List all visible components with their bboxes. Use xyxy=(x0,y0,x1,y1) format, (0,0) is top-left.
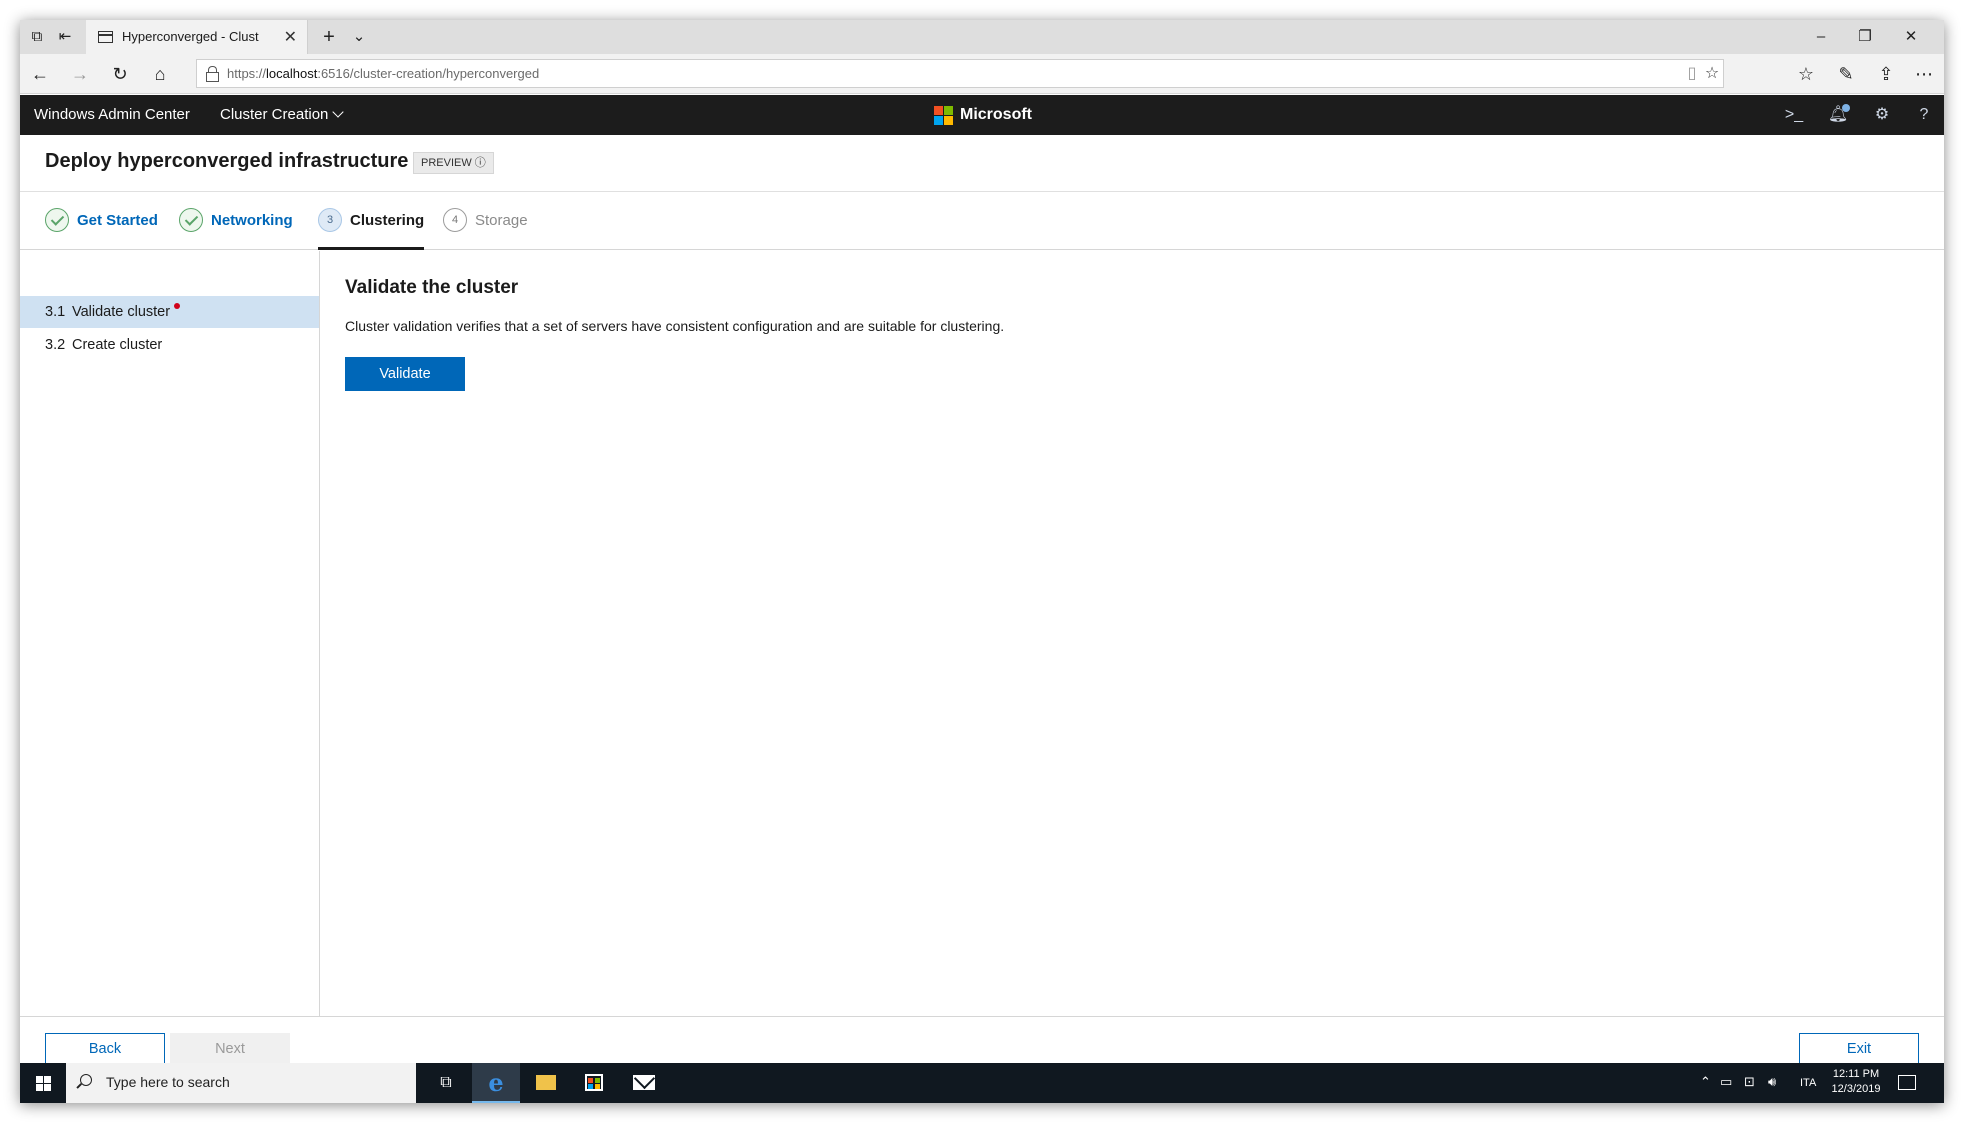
page-icon xyxy=(98,31,113,43)
url-text[interactable]: https://localhost:6516/cluster-creation/… xyxy=(227,66,539,81)
file-explorer-icon[interactable] xyxy=(522,1063,570,1103)
action-center-icon[interactable] xyxy=(1898,1075,1916,1090)
main-content: Validate the cluster Cluster validation … xyxy=(320,251,1944,1016)
search-placeholder: Type here to search xyxy=(106,1074,230,1090)
powershell-icon[interactable]: >_ xyxy=(1782,103,1806,127)
section-title: Validate the cluster xyxy=(345,277,519,298)
tab-title: Hyperconverged - Clust xyxy=(122,29,259,44)
reading-view-icon[interactable]: ▯ xyxy=(1681,63,1703,85)
refresh-icon[interactable]: ↻ xyxy=(108,63,132,85)
page-header: Deploy hyperconverged infrastructure PRE… xyxy=(20,135,1944,192)
windows-logo-icon xyxy=(36,1076,51,1091)
microsoft-wordmark: Microsoft xyxy=(960,106,1032,123)
app-name[interactable]: Windows Admin Center xyxy=(34,106,190,123)
sidebar-item-number: 3.1 xyxy=(45,304,66,320)
required-indicator-icon xyxy=(174,303,181,309)
step-label: Networking xyxy=(211,212,293,229)
sidebar-item-create-cluster[interactable]: 3.2 Create cluster xyxy=(20,329,319,361)
network-icon[interactable]: ⊡ xyxy=(1744,1074,1755,1090)
sidebar-item-label: Create cluster xyxy=(72,337,163,353)
step-number: 3 xyxy=(318,208,342,232)
substep-sidebar: 3.1 Validate cluster 3.2 Create cluster xyxy=(20,251,320,1016)
battery-icon[interactable]: ▭ xyxy=(1720,1074,1732,1090)
restore-icon[interactable]: ❐ xyxy=(1850,26,1880,48)
task-view-icon[interactable]: ⧉ xyxy=(422,1063,470,1103)
help-icon[interactable]: ? xyxy=(1912,103,1936,127)
new-tab-icon[interactable]: + xyxy=(318,26,340,48)
sidebar-item-validate-cluster[interactable]: 3.1 Validate cluster xyxy=(20,296,319,328)
sidebar-item-number: 3.2 xyxy=(45,337,66,353)
store-icon[interactable] xyxy=(570,1063,618,1103)
wizard-steps: Get Started Networking 3 Clustering 4 St… xyxy=(20,192,1944,250)
page-title: Deploy hyperconverged infrastructure xyxy=(45,150,409,172)
edge-icon[interactable]: e xyxy=(472,1063,520,1103)
mail-icon[interactable] xyxy=(620,1063,668,1103)
home-icon[interactable]: ⌂ xyxy=(148,63,172,85)
taskbar-search[interactable]: Type here to search xyxy=(66,1063,416,1103)
app-header: Windows Admin Center Cluster Creation Mi… xyxy=(20,95,1944,135)
back-icon[interactable]: ← xyxy=(28,63,52,85)
clock-time: 12:11 PM xyxy=(1832,1068,1880,1080)
forward-icon[interactable]: → xyxy=(68,63,92,85)
favorite-star-icon[interactable]: ☆ xyxy=(1701,63,1723,85)
preview-badge[interactable]: PREVIEW ⓘ xyxy=(413,152,494,174)
step-number: 4 xyxy=(443,208,467,232)
tab-close-icon[interactable]: ✕ xyxy=(284,27,297,47)
more-icon[interactable]: ⋯ xyxy=(1912,63,1936,85)
start-button[interactable] xyxy=(20,1063,66,1103)
next-button[interactable]: Next xyxy=(170,1033,290,1066)
settings-icon[interactable]: ⚙ xyxy=(1870,103,1894,127)
browser-tab[interactable]: Hyperconverged - Clust ✕ xyxy=(86,20,308,54)
search-icon xyxy=(80,1074,92,1086)
browser-tab-bar: ⧉ ⇤ Hyperconverged - Clust ✕ + ⌄ – ❐ ✕ xyxy=(20,20,1944,54)
step-label: Clustering xyxy=(350,212,425,229)
clock-date: 12/3/2019 xyxy=(1831,1083,1881,1095)
step-label: Storage xyxy=(475,212,528,229)
validate-button[interactable]: Validate xyxy=(345,357,465,391)
tab-aside-icon[interactable]: ⇤ xyxy=(54,26,76,48)
address-bar[interactable]: https://localhost:6516/cluster-creation/… xyxy=(196,59,1724,88)
solution-menu[interactable]: Cluster Creation xyxy=(220,106,345,123)
windows-taskbar: Type here to search ⧉ e ⌃ ▭ ⊡ 🔊︎ ITA 12:… xyxy=(20,1063,1944,1103)
back-button[interactable]: Back xyxy=(45,1033,165,1066)
system-clock[interactable]: 12:11 PM 12/3/2019 xyxy=(1828,1067,1884,1097)
exit-button[interactable]: Exit xyxy=(1799,1033,1919,1066)
microsoft-logo-icon xyxy=(934,106,953,125)
favorites-hub-icon[interactable]: ☆ xyxy=(1794,63,1818,85)
tab-actions-icon[interactable]: ⧉ xyxy=(26,26,48,48)
browser-window: ⧉ ⇤ Hyperconverged - Clust ✕ + ⌄ – ❐ ✕ ←… xyxy=(20,20,1944,1103)
active-step-indicator xyxy=(318,247,424,250)
lock-icon xyxy=(206,66,219,82)
notifications-icon[interactable]: 🔔︎ xyxy=(1826,103,1850,127)
input-language[interactable]: ITA xyxy=(1800,1077,1816,1089)
tray-chevron-icon[interactable]: ⌃ xyxy=(1700,1074,1711,1090)
close-icon[interactable]: ✕ xyxy=(1896,26,1926,48)
notification-badge xyxy=(1842,104,1850,112)
browser-nav-bar: ← → ↻ ⌂ https://localhost:6516/cluster-c… xyxy=(20,54,1944,94)
section-description: Cluster validation verifies that a set o… xyxy=(345,318,1005,334)
step-complete-check-icon xyxy=(179,208,203,232)
pen-icon[interactable]: ✎ xyxy=(1834,63,1858,85)
step-complete-check-icon xyxy=(45,208,69,232)
share-icon[interactable]: ⇪ xyxy=(1874,63,1898,85)
solution-menu-label: Cluster Creation xyxy=(220,106,329,123)
volume-icon[interactable]: 🔊︎ xyxy=(1768,1074,1776,1090)
tab-dropdown-icon[interactable]: ⌄ xyxy=(348,26,370,48)
step-label: Get Started xyxy=(77,212,158,229)
sidebar-item-label: Validate cluster xyxy=(72,303,181,320)
chevron-down-icon xyxy=(332,106,345,118)
minimize-icon[interactable]: – xyxy=(1806,26,1836,48)
